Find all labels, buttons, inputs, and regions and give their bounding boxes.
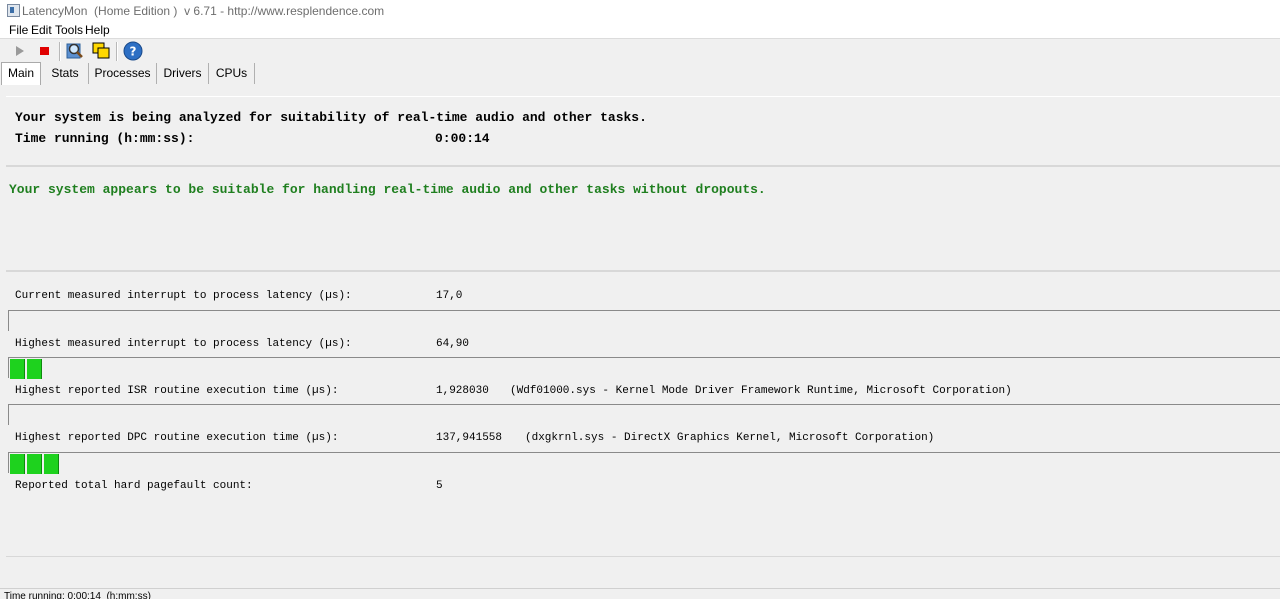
verdict-text: Your system appears to be suitable for h… xyxy=(9,182,766,197)
tab-cpus[interactable]: CPUs xyxy=(209,63,255,84)
tab-stats[interactable]: Stats xyxy=(42,63,89,84)
status-bar: Time running: 0:00:14 (h:mm:ss) xyxy=(0,588,1280,599)
time-running-value: 0:00:14 xyxy=(435,131,490,146)
current-latency-label: Current measured interrupt to process la… xyxy=(15,290,352,302)
highest-latency-value: 64,90 xyxy=(436,338,470,350)
pagefault-value: 5 xyxy=(436,480,443,492)
tab-processes[interactable]: Processes xyxy=(89,63,157,84)
toolbar-separator xyxy=(116,42,118,61)
isr-value: 1,928030 xyxy=(436,385,489,397)
analysis-panel: Your system is being analyzed for suitab… xyxy=(6,96,1280,167)
analysis-heading: Your system is being analyzed for suitab… xyxy=(15,110,647,125)
menu-file[interactable]: File xyxy=(9,23,28,37)
toolbar: ? xyxy=(0,39,1280,63)
current-latency-value: 17,0 xyxy=(436,290,463,302)
app-icon xyxy=(7,4,20,17)
bar-segment xyxy=(27,359,42,379)
stop-icon[interactable] xyxy=(34,40,56,62)
tab-drivers-label: Drivers xyxy=(163,66,202,80)
tab-stats-label: Stats xyxy=(51,66,79,80)
tab-strip: Main Stats Processes Drivers CPUs xyxy=(0,62,1280,85)
current-latency-bar xyxy=(8,310,1280,331)
dpc-bar xyxy=(8,452,1280,474)
isr-detail: (Wdf01000.sys - Kernel Mode Driver Frame… xyxy=(510,385,1012,397)
window-title: LatencyMon (Home Edition ) v 6.71 - http… xyxy=(22,4,385,18)
bar-segment xyxy=(10,454,25,474)
time-running-label: Time running (h:mm:ss): xyxy=(15,131,195,146)
menu-help[interactable]: Help xyxy=(85,23,110,37)
tab-drivers[interactable]: Drivers xyxy=(157,63,209,84)
menu-tools[interactable]: Tools xyxy=(55,23,83,37)
title-bar: LatencyMon (Home Edition ) v 6.71 - http… xyxy=(0,0,1280,22)
highest-latency-bar xyxy=(8,357,1280,379)
tab-processes-label: Processes xyxy=(94,66,151,80)
menu-edit[interactable]: Edit xyxy=(31,23,52,37)
verdict-panel: Your system appears to be suitable for h… xyxy=(6,168,1280,272)
bar-segment xyxy=(10,359,25,379)
highest-latency-label: Highest measured interrupt to process la… xyxy=(15,338,352,350)
help-icon[interactable]: ? xyxy=(122,40,144,62)
magnifier-icon[interactable] xyxy=(64,40,86,62)
metrics-panel: Current measured interrupt to process la… xyxy=(6,274,1280,557)
tab-cpus-label: CPUs xyxy=(215,66,248,80)
bar-segment xyxy=(44,454,59,474)
windows-icon[interactable] xyxy=(90,40,112,62)
svg-text:?: ? xyxy=(130,45,137,59)
tab-main[interactable]: Main xyxy=(1,62,41,85)
isr-bar xyxy=(8,404,1280,425)
tab-main-label: Main xyxy=(7,66,34,80)
pagefault-label: Reported total hard pagefault count: xyxy=(15,480,253,492)
dpc-detail: (dxgkrnl.sys - DirectX Graphics Kernel, … xyxy=(525,432,935,444)
dpc-label: Highest reported DPC routine execution t… xyxy=(15,432,339,444)
isr-label: Highest reported ISR routine execution t… xyxy=(15,385,339,397)
dpc-value: 137,941558 xyxy=(436,432,503,444)
menu-bar: File Edit Tools Help xyxy=(0,22,1280,39)
bar-segment xyxy=(27,454,42,474)
toolbar-separator xyxy=(59,42,61,61)
play-icon[interactable] xyxy=(9,40,31,62)
